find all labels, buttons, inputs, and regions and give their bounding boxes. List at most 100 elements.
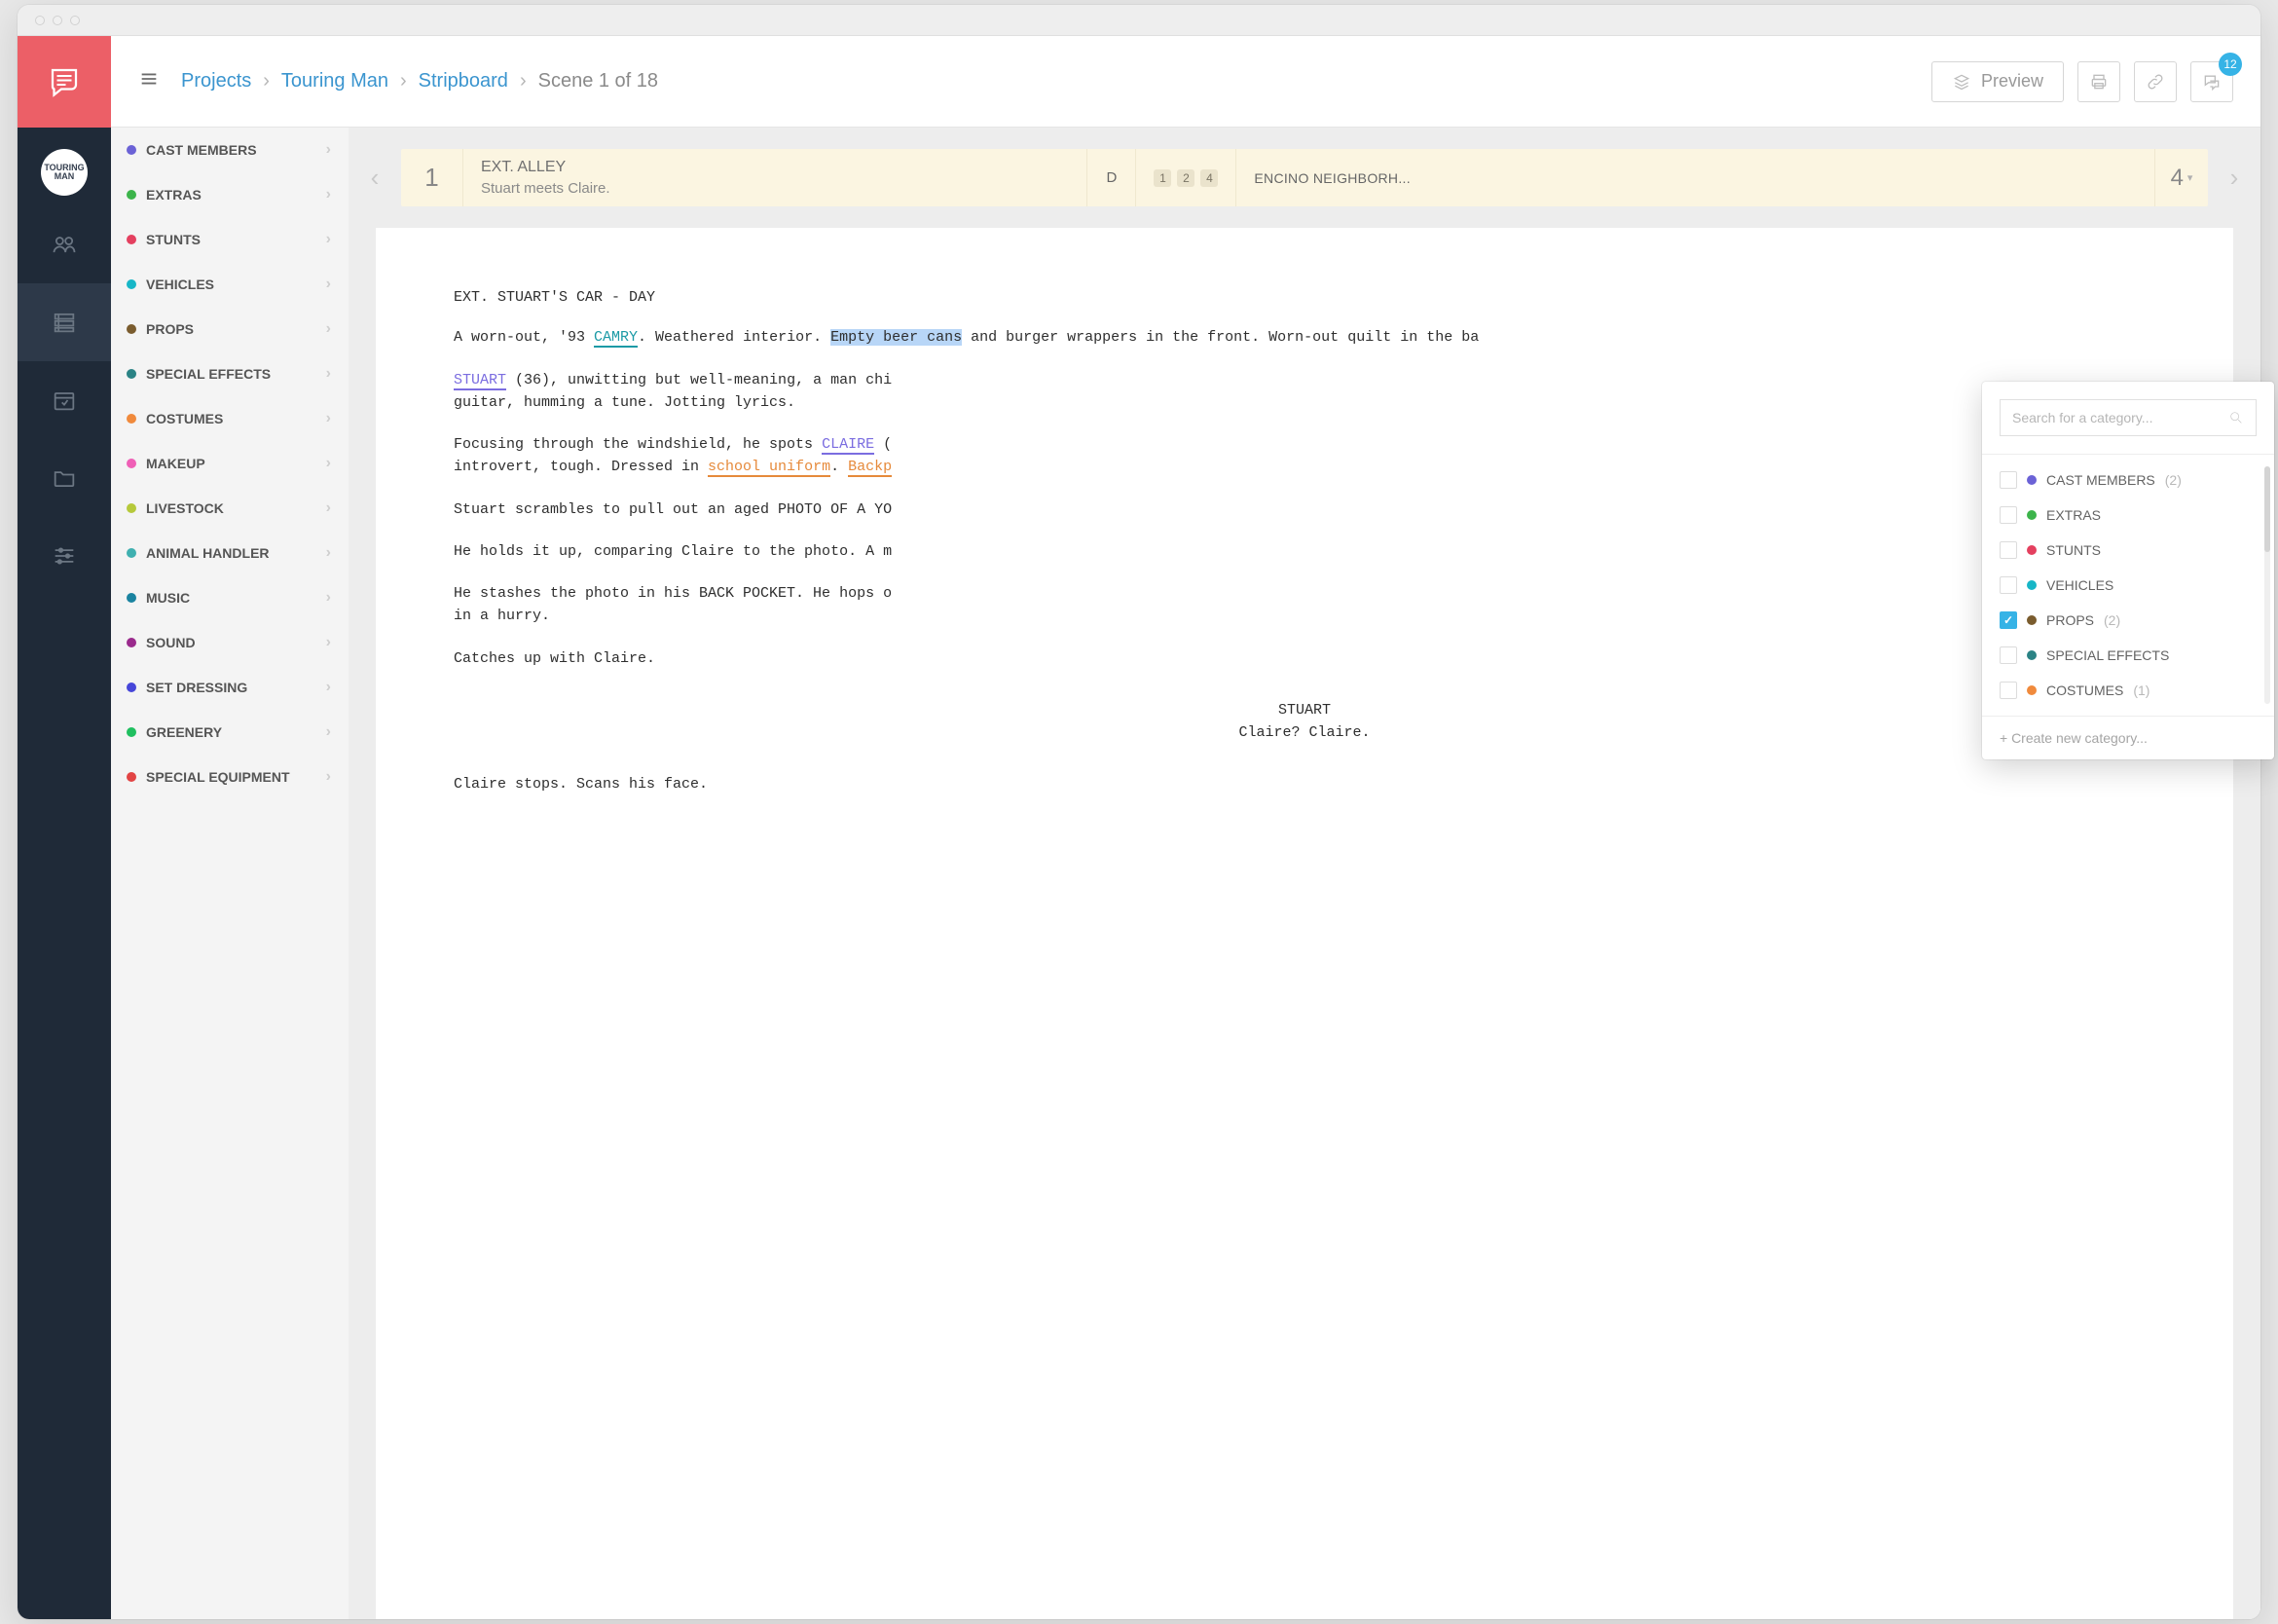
menu-icon[interactable] [138, 68, 160, 94]
checkbox[interactable] [2000, 506, 2017, 524]
category-label: CAST MEMBERS [146, 142, 257, 158]
category-dot [127, 369, 136, 379]
app-logo[interactable] [18, 36, 111, 128]
popover-category-row[interactable]: CAST MEMBERS (2) [1982, 462, 2274, 498]
rail-settings-icon[interactable] [18, 517, 111, 595]
rail-folder-icon[interactable] [18, 439, 111, 517]
print-button[interactable] [2077, 61, 2120, 102]
checkbox[interactable] [2000, 576, 2017, 594]
category-dot [2027, 475, 2037, 485]
checkbox[interactable] [2000, 611, 2017, 629]
category-label: SOUND [146, 635, 196, 650]
category-item[interactable]: SOUND› [111, 620, 349, 665]
popover-category-row[interactable]: STUNTS [1982, 533, 2274, 568]
category-dot [2027, 615, 2037, 625]
checkbox[interactable] [2000, 646, 2017, 664]
crumb-projects[interactable]: Projects [181, 70, 251, 92]
create-category-button[interactable]: + Create new category... [1982, 716, 2274, 759]
category-dot [127, 279, 136, 289]
category-item[interactable]: COSTUMES› [111, 396, 349, 441]
popover-category-label: STUNTS [2046, 542, 2101, 558]
chevron-right-icon: › [326, 589, 331, 607]
category-item[interactable]: PROPS› [111, 307, 349, 351]
script-paragraph: He holds it up, comparing Claire to the … [454, 540, 2155, 563]
crumb-project[interactable]: Touring Man [281, 70, 388, 92]
slugline: EXT. STUART'S CAR - DAY [454, 286, 2155, 309]
comments-button[interactable]: 12 [2190, 61, 2233, 102]
category-item[interactable]: SET DRESSING› [111, 665, 349, 710]
category-dot [127, 638, 136, 647]
chevron-down-icon: ▾ [2187, 171, 2193, 184]
scrollbar-thumb[interactable] [2264, 466, 2270, 552]
category-dot [127, 324, 136, 334]
text-selection[interactable]: Empty beer cans [830, 329, 962, 346]
tagged-camry[interactable]: CAMRY [594, 329, 638, 348]
workspace: CAST MEMBERS›EXTRAS›STUNTS›VEHICLES›PROP… [111, 128, 2260, 1619]
next-scene-button[interactable]: › [2218, 149, 2251, 206]
crumb-stripboard[interactable]: Stripboard [419, 70, 508, 92]
link-button[interactable] [2134, 61, 2177, 102]
rail-people-icon[interactable] [18, 205, 111, 283]
popover-category-count: (1) [2133, 683, 2149, 698]
category-item[interactable]: STUNTS› [111, 217, 349, 262]
rail-calendar-icon[interactable] [18, 361, 111, 439]
scene-daynight: D [1087, 149, 1136, 206]
scene-location: ENCINO NEIGHBORH... [1236, 149, 2155, 206]
script-page[interactable]: EXT. STUART'S CAR - DAY A worn-out, '93 … [376, 228, 2233, 1619]
project-avatar[interactable]: TOURING MAN [18, 128, 111, 205]
tagged-claire[interactable]: CLAIRE [822, 436, 874, 455]
breadcrumbs: Projects › Touring Man › Stripboard › Sc… [181, 70, 658, 92]
category-item[interactable]: SPECIAL EQUIPMENT › [111, 755, 349, 799]
prev-scene-button[interactable]: ‹ [358, 149, 391, 206]
category-item[interactable]: CAST MEMBERS› [111, 128, 349, 172]
category-search[interactable] [2000, 399, 2257, 436]
popover-category-row[interactable]: COSTUMES (1) [1982, 673, 2274, 708]
chevron-right-icon: › [326, 544, 331, 562]
category-item[interactable]: SPECIAL EFFECTS› [111, 351, 349, 396]
print-icon [2089, 72, 2109, 92]
category-item[interactable]: ANIMAL HANDLER› [111, 531, 349, 575]
content-column: Projects › Touring Man › Stripboard › Sc… [111, 36, 2260, 1619]
cue-character: STUART [454, 699, 2155, 721]
category-label: GREENERY [146, 724, 222, 740]
tagged-stuart[interactable]: STUART [454, 372, 506, 390]
popover-category-row[interactable]: EXTRAS [1982, 498, 2274, 533]
scene-summary: Stuart meets Claire. [481, 180, 610, 197]
category-item[interactable]: LIVESTOCK› [111, 486, 349, 531]
scene-title: EXT. ALLEY [481, 159, 566, 176]
cast-tag-chip: 2 [1177, 169, 1194, 187]
chevron-right-icon: › [326, 768, 331, 786]
script-paragraph: Focusing through the windshield, he spot… [454, 433, 2155, 479]
category-item[interactable]: VEHICLES › [111, 262, 349, 307]
script-paragraph: Stuart scrambles to pull out an aged PHO… [454, 498, 2155, 521]
category-item[interactable]: MAKEUP› [111, 441, 349, 486]
tagged-uniform[interactable]: school uniform [708, 459, 830, 477]
checkbox[interactable] [2000, 471, 2017, 489]
chevron-right-icon: › [326, 276, 331, 293]
main-area: TOURING MAN [18, 36, 2260, 1619]
category-search-input[interactable] [2012, 410, 2228, 425]
category-label: VEHICLES [146, 277, 214, 292]
checkbox[interactable] [2000, 682, 2017, 699]
category-dot [2027, 580, 2037, 590]
scrollbar[interactable] [2264, 466, 2270, 704]
chat-icon [2202, 72, 2222, 92]
checkbox[interactable] [2000, 541, 2017, 559]
popover-category-count: (2) [2104, 612, 2120, 628]
popover-category-row[interactable]: VEHICLES [1982, 568, 2274, 603]
window-dot [35, 16, 45, 25]
preview-button[interactable]: Preview [1931, 61, 2064, 102]
category-item[interactable]: GREENERY› [111, 710, 349, 755]
category-item[interactable]: MUSIC› [111, 575, 349, 620]
strip-body[interactable]: 1 EXT. ALLEY Stuart meets Claire. D 124 … [401, 149, 2208, 206]
category-dot [127, 683, 136, 692]
search-icon [2228, 410, 2244, 425]
script-paragraph: Claire stops. Scans his face. [454, 773, 2155, 795]
rail-stripboard-icon[interactable] [18, 283, 111, 361]
category-item[interactable]: EXTRAS› [111, 172, 349, 217]
popover-category-row[interactable]: SPECIAL EFFECTS [1982, 638, 2274, 673]
category-label: SPECIAL EQUIPMENT [146, 769, 290, 785]
popover-category-row[interactable]: PROPS (2) [1982, 603, 2274, 638]
category-dot [127, 727, 136, 737]
tagged-backpack[interactable]: Backp [848, 459, 892, 477]
